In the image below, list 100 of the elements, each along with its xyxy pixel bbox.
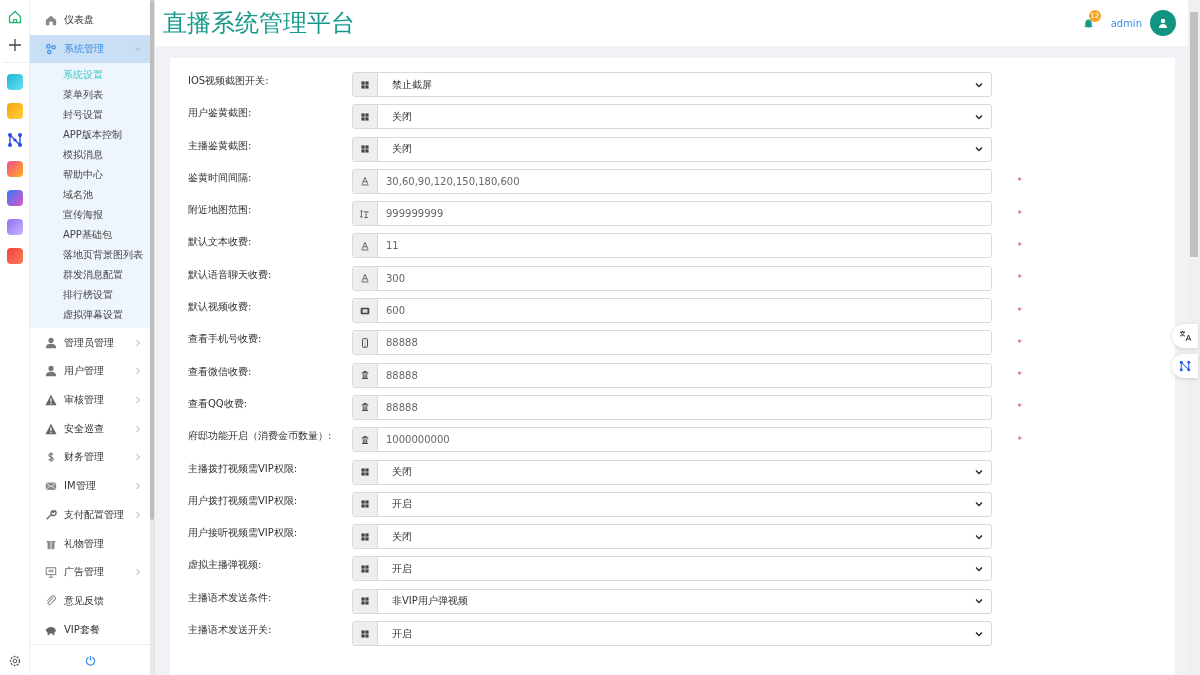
select-field[interactable]: 关闭 [352,459,992,485]
menu-item[interactable]: VIP套餐 [30,615,150,644]
submenu-item[interactable]: 虚拟弹幕设置 [30,305,150,326]
page-title: 直播系统管理平台 [163,8,356,39]
power-icon[interactable] [84,654,96,666]
translate-button[interactable] [1172,324,1198,348]
app-icon[interactable] [6,103,23,119]
menu-item[interactable]: 审核管理 [30,385,150,415]
input-field[interactable]: 88888 [352,394,992,420]
select-field[interactable]: 非VIP用户弹视频 [352,588,992,614]
app-icon[interactable] [6,248,23,264]
phone-icon [360,337,370,348]
input-field[interactable]: 88888 [352,330,992,356]
submenu-item[interactable]: 宣传海报 [30,205,150,226]
input-field[interactable]: 600 [352,298,992,324]
input-field[interactable]: 999999999 [352,201,992,227]
menu-icon [45,336,57,349]
network-icon[interactable] [6,132,23,148]
grid-icon [360,596,370,607]
select-field[interactable]: 开启 [352,621,992,647]
submenu-item[interactable]: APP版本控制 [30,125,150,146]
menu-icon [45,451,57,464]
grid-icon [360,531,370,542]
menu-item[interactable]: 仪表盘 [30,6,150,35]
submenu-item[interactable]: 群发消息配置 [30,265,150,286]
bank-icon [360,402,370,413]
menu-item[interactable]: 意见反馈 [30,586,150,616]
app-icon[interactable] [6,161,23,177]
app-icon[interactable] [6,74,23,90]
caret-icon [975,500,983,509]
menu-item[interactable]: 管理员管理 [30,328,150,358]
menu-icon [45,480,57,493]
chevron-icon [134,568,142,577]
select-field[interactable]: 关闭 [352,524,992,550]
submenu-item[interactable]: 菜单列表 [30,85,150,106]
select-field[interactable]: 关闭 [352,104,992,130]
settings-icon[interactable] [8,655,21,667]
field-label: 查看QQ收费: [188,396,249,411]
grid-icon [360,628,370,639]
menu-item[interactable]: 财务管理 [30,443,150,472]
app-icon[interactable] [6,190,23,206]
menu-item[interactable]: 安全巡查 [30,414,150,444]
text-height-icon [360,208,370,219]
avatar[interactable] [1150,10,1176,36]
chevron-icon [134,396,142,405]
caret-icon [975,597,983,606]
scrollbar-thumb[interactable] [1190,12,1198,257]
select-field[interactable]: 开启 [352,491,992,517]
plus-icon[interactable] [7,38,22,52]
chevron-icon [134,424,142,433]
input-field[interactable]: 30,60,90,120,150,180,600 [352,168,992,194]
menu-item[interactable]: IM管理 [30,471,150,501]
grid-icon [360,144,370,155]
menu-item[interactable]: 支付配置管理 [30,500,150,530]
caret-icon [975,80,983,89]
bell-icon[interactable] [1083,18,1093,28]
menu-icon [45,422,57,435]
input-field[interactable]: 1000000000 [352,427,992,453]
menu-item[interactable]: 礼物管理 [30,529,150,558]
field-label: 主播语术发送条件: [188,590,273,605]
field-label: 查看手机号收费: [188,332,263,347]
field-label: 主播语术发送开关: [188,623,273,638]
caret-icon [975,468,983,477]
submenu-item[interactable]: 封号设置 [30,105,150,126]
grid-icon [360,79,370,90]
submenu-item[interactable]: 模拟消息 [30,145,150,166]
app-icon[interactable] [6,219,23,235]
input-field[interactable]: 88888 [352,362,992,388]
select-field[interactable]: 开启 [352,556,992,582]
required-mark: * [1017,402,1022,413]
field-label: IOS视频截图开关: [188,74,270,88]
submenu-item[interactable]: 排行榜设置 [30,285,150,306]
caret-icon [975,145,983,154]
submenu-item[interactable]: 域名池 [30,185,150,206]
submenu-item[interactable]: 落地页背景图列表 [30,245,150,266]
font-icon [360,273,370,284]
chevron-icon [134,453,142,462]
field-label: 虚拟主播弹视频: [188,558,263,573]
username-link[interactable]: admin [1110,17,1142,29]
network-button[interactable] [1172,354,1198,378]
required-mark: * [1017,241,1022,251]
field-label: 默认视频收费: [188,300,253,315]
chevron-icon [134,338,142,347]
scrollbar-thumb[interactable] [150,0,154,520]
input-field[interactable]: 300 [352,265,992,291]
network-icon [1179,360,1191,372]
menu-item[interactable]: 用户管理 [30,357,150,386]
field-label: 用户接听视频需VIP权限: [188,526,299,541]
menu-item[interactable]: 广告管理 [30,557,150,587]
required-mark: * [1017,176,1022,187]
select-field[interactable]: 禁止截屏 [352,72,992,97]
home-icon[interactable] [7,10,22,24]
field-label: 鉴黄时间间隔: [188,170,253,185]
submenu-item[interactable]: 帮助中心 [30,165,150,186]
input-field[interactable]: 11 [352,233,992,259]
field-label: 附近地图范围: [188,203,253,218]
required-mark: * [1017,305,1022,316]
select-field[interactable]: 关闭 [352,136,992,162]
menu-icon [45,43,57,56]
submenu-item[interactable]: APP基础包 [30,225,150,246]
